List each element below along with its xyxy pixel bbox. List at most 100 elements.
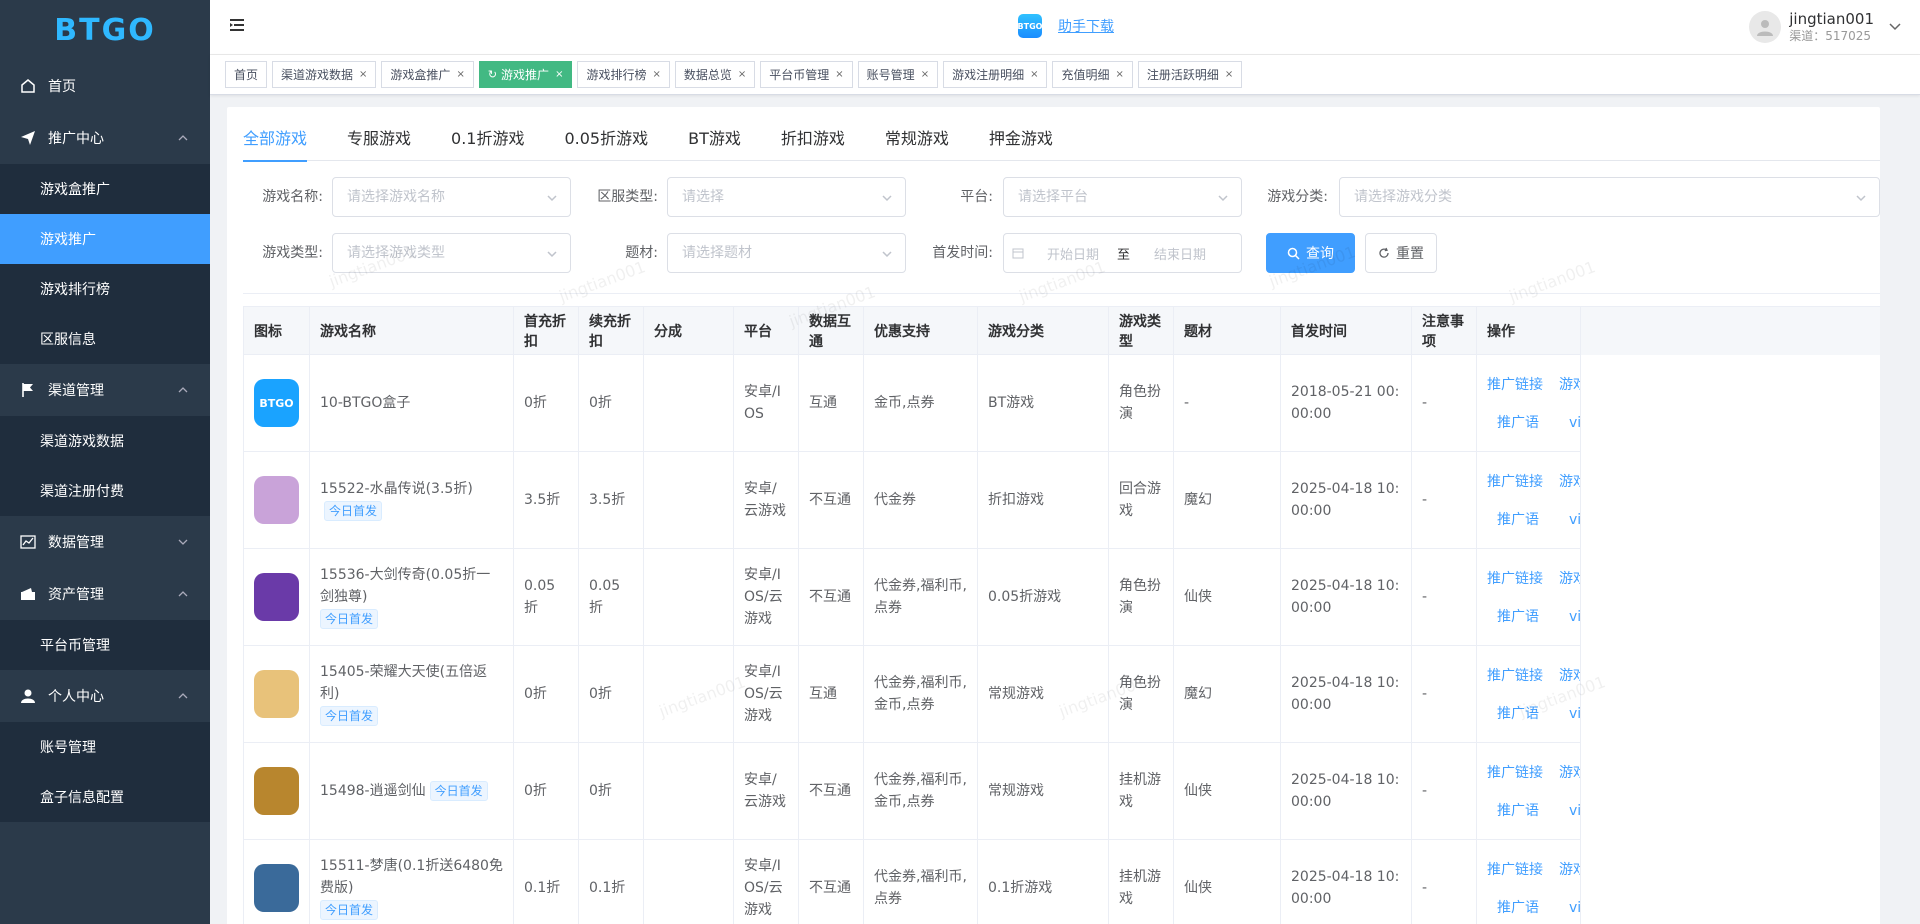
sidebar-item-1-0[interactable]: 渠道游戏数据: [0, 416, 210, 466]
assistant-download-link[interactable]: 助手下载: [1058, 16, 1114, 36]
promo-text-link[interactable]: 推广语: [1487, 897, 1543, 917]
tag-2[interactable]: 游戏盒推广 ×: [381, 61, 474, 88]
sidebar-item-0-1[interactable]: 游戏推广: [0, 214, 210, 264]
promo-text-link[interactable]: 推广语: [1487, 412, 1543, 432]
end-date-input[interactable]: 结束日期: [1154, 244, 1206, 263]
sidebar-group-0[interactable]: 推广中心: [0, 112, 210, 164]
tag-5[interactable]: 数据总览 ×: [674, 61, 756, 88]
tab-5[interactable]: 折扣游戏: [781, 125, 845, 161]
query-button[interactable]: 查询: [1266, 233, 1355, 273]
tag-0[interactable]: 首页: [225, 61, 268, 88]
avatar[interactable]: [1749, 11, 1782, 43]
promo-text-link[interactable]: 推广语: [1487, 800, 1543, 820]
game-assets-link[interactable]: 游戏素材: [1559, 859, 1580, 879]
tag-9[interactable]: 充值明细 ×: [1052, 61, 1133, 88]
platform-cell: 安卓/云游戏: [734, 743, 799, 840]
sidebar-item-0-2[interactable]: 游戏排行榜: [0, 264, 210, 314]
game-type-cell: 挂机游戏: [1109, 840, 1174, 924]
vip-intro-link[interactable]: vip介绍: [1559, 606, 1580, 626]
release-date-range[interactable]: 开始日期 至 结束日期: [1003, 233, 1242, 273]
sidebar-item-3-0[interactable]: 平台币管理: [0, 620, 210, 670]
close-icon[interactable]: ×: [555, 69, 563, 80]
game-type-select[interactable]: 请选择游戏类型: [332, 233, 571, 273]
vip-intro-link[interactable]: vip介绍: [1559, 509, 1580, 529]
tab-6[interactable]: 常规游戏: [885, 125, 949, 161]
tag-4[interactable]: 游戏排行榜 ×: [577, 61, 670, 88]
menu-toggle-icon[interactable]: [230, 18, 244, 32]
chevron-down-icon: [882, 195, 892, 202]
reset-button[interactable]: 重置: [1365, 233, 1437, 273]
game-name-select[interactable]: 请选择游戏名称: [332, 177, 571, 217]
vip-intro-link[interactable]: vip介绍: [1559, 412, 1580, 432]
tag-10[interactable]: 注册活跃明细 ×: [1137, 61, 1243, 88]
tab-2[interactable]: 0.1折游戏: [451, 125, 524, 161]
sidebar-item-4-0[interactable]: 账号管理: [0, 722, 210, 772]
game-type-cell: 角色扮演: [1109, 355, 1174, 452]
close-icon[interactable]: ×: [652, 69, 660, 80]
column-header: 题材: [1174, 307, 1281, 355]
tab-3[interactable]: 0.05折游戏: [564, 125, 648, 161]
column-header: 游戏分类: [978, 307, 1109, 355]
start-date-input[interactable]: 开始日期: [1047, 244, 1099, 263]
sidebar-group-3[interactable]: 资产管理: [0, 568, 210, 620]
tag-7[interactable]: 账号管理 ×: [857, 61, 939, 88]
promo-link-link[interactable]: 推广链接: [1487, 665, 1543, 685]
close-icon[interactable]: ×: [835, 69, 843, 80]
game-name: 15511-梦唐(0.1折送6480免费版): [320, 858, 503, 896]
vip-intro-link[interactable]: vip介绍: [1559, 897, 1580, 917]
vip-intro-link[interactable]: vip介绍: [1559, 703, 1580, 723]
promo-link-link[interactable]: 推广链接: [1487, 471, 1543, 491]
brand-logo[interactable]: BTGO: [0, 0, 210, 60]
sidebar-group-4[interactable]: 个人中心: [0, 670, 210, 722]
tab-4[interactable]: BT游戏: [688, 125, 741, 161]
chevron-down-icon[interactable]: [1888, 20, 1902, 34]
tag-8[interactable]: 游戏注册明细 ×: [943, 61, 1048, 88]
chevron-up-icon: [178, 693, 188, 699]
platform-select[interactable]: 请选择平台: [1003, 177, 1242, 217]
sidebar-group-1[interactable]: 渠道管理: [0, 364, 210, 416]
promo-text-link[interactable]: 推广语: [1487, 509, 1543, 529]
game-assets-link[interactable]: 游戏素材: [1559, 665, 1580, 685]
sidebar-item-4-1[interactable]: 盒子信息配置: [0, 772, 210, 822]
first-release-badge: 今日首发: [429, 781, 488, 801]
close-icon[interactable]: ×: [738, 69, 746, 80]
close-icon[interactable]: ×: [1030, 69, 1038, 80]
tag-1[interactable]: 渠道游戏数据 ×: [272, 61, 377, 88]
game-category-select[interactable]: 请选择游戏分类: [1339, 177, 1880, 217]
close-icon[interactable]: ×: [1116, 69, 1124, 80]
tag-3[interactable]: ↻ 游戏推广 ×: [478, 61, 573, 88]
refresh-icon[interactable]: ↻: [488, 68, 497, 81]
tag-6[interactable]: 平台币管理 ×: [760, 61, 853, 88]
tab-7[interactable]: 押金游戏: [989, 125, 1053, 161]
close-icon[interactable]: ×: [359, 69, 367, 80]
sidebar-item-home[interactable]: 首页: [0, 60, 210, 112]
release-date-cell: 2018-05-21 00:00:00: [1281, 355, 1412, 452]
promo-link-link[interactable]: 推广链接: [1487, 762, 1543, 782]
game-category-cell: BT游戏: [978, 355, 1109, 452]
game-assets-link[interactable]: 游戏素材: [1559, 568, 1580, 588]
user-menu[interactable]: jingtian001 渠道：517025: [1749, 10, 1902, 44]
promo-link-link[interactable]: 推广链接: [1487, 568, 1543, 588]
game-assets-link[interactable]: 游戏素材: [1559, 762, 1580, 782]
promo-link-link[interactable]: 推广链接: [1487, 859, 1543, 879]
tag-label: 账号管理: [866, 68, 915, 82]
promo-text-link[interactable]: 推广语: [1487, 703, 1543, 723]
sidebar-item-0-3[interactable]: 区服信息: [0, 314, 210, 364]
close-icon[interactable]: ×: [1225, 69, 1233, 80]
vip-intro-link[interactable]: vip介绍: [1559, 800, 1580, 820]
table-row: 15511-梦唐(0.1折送6480免费版) 今日首发 0.1折 0.1折 安卓/IOS…: [244, 840, 1880, 924]
game-assets-link[interactable]: 游戏素材: [1559, 374, 1580, 394]
close-icon[interactable]: ×: [456, 69, 464, 80]
close-icon[interactable]: ×: [921, 69, 929, 80]
theme-select[interactable]: 请选择题材: [667, 233, 906, 273]
tab-0[interactable]: 全部游戏: [243, 125, 308, 162]
tab-1[interactable]: 专服游戏: [347, 125, 411, 161]
game-assets-link[interactable]: 游戏素材: [1559, 471, 1580, 491]
game-name-cell: 15511-梦唐(0.1折送6480免费版) 今日首发: [310, 840, 514, 924]
promo-link-link[interactable]: 推广链接: [1487, 374, 1543, 394]
promo-text-link[interactable]: 推广语: [1487, 606, 1543, 626]
sidebar-item-1-1[interactable]: 渠道注册付费: [0, 466, 210, 516]
sidebar-group-2[interactable]: 数据管理: [0, 516, 210, 568]
sidebar-item-0-0[interactable]: 游戏盒推广: [0, 164, 210, 214]
server-type-select[interactable]: 请选择: [667, 177, 906, 217]
